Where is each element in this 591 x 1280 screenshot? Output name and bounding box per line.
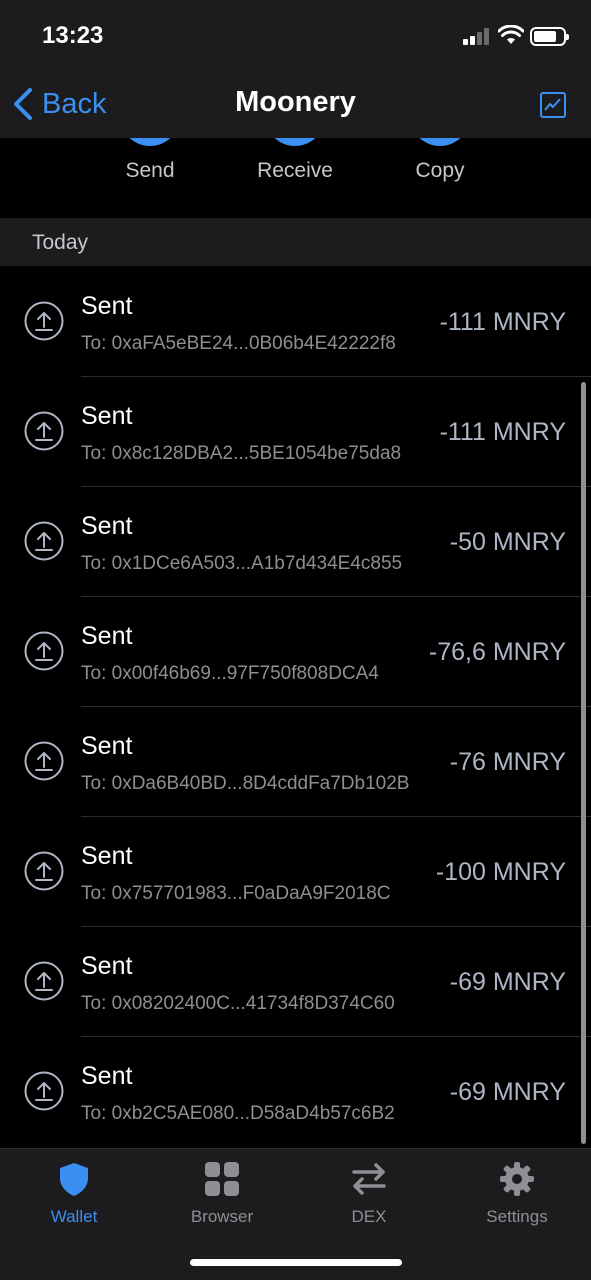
transaction-row[interactable]: Sent To: 0xDa6B40BD...8D4cddFa7Db102B -7… <box>0 706 591 817</box>
home-indicator[interactable] <box>190 1259 402 1266</box>
transaction-row[interactable]: Sent To: 0x757701983...F0aDaA9F2018C -10… <box>0 816 591 927</box>
transaction-amount: -50 MNRY <box>449 528 566 556</box>
section-title: Today <box>32 231 89 254</box>
upload-icon <box>24 851 64 891</box>
transaction-row[interactable]: Sent To: 0xb2C5AE080...D58aD4b57c6B2 -69… <box>0 1036 591 1146</box>
transaction-row[interactable]: Sent To: 0x1DCe6A503...A1b7d434E4c855 -5… <box>0 486 591 597</box>
transaction-address: To: 0x00f46b69...97F750f808DCA4 <box>81 663 379 684</box>
transaction-title: Sent <box>81 1062 133 1090</box>
copy-label: Copy <box>415 159 465 182</box>
nav-bar: Back Moonery <box>0 70 591 138</box>
receive-circle-icon <box>265 138 325 146</box>
receive-label: Receive <box>257 159 333 182</box>
transaction-address: To: 0xb2C5AE080...D58aD4b57c6B2 <box>81 1103 395 1124</box>
upload-icon <box>24 301 64 341</box>
upload-icon <box>24 411 64 451</box>
send-circle-icon <box>120 138 180 146</box>
upload-icon <box>24 741 64 781</box>
shield-icon <box>60 1163 88 1196</box>
transaction-amount: -100 MNRY <box>435 858 566 886</box>
transaction-address: To: 0x8c128DBA2...5BE1054be75da8 <box>81 443 402 464</box>
transaction-title: Sent <box>81 512 133 540</box>
tab-browser[interactable]: Browser <box>162 1161 282 1231</box>
transaction-row[interactable]: Sent To: 0x00f46b69...97F750f808DCA4 -76… <box>0 596 591 707</box>
transaction-title: Sent <box>81 402 133 430</box>
cellular-signal-icon <box>463 28 491 45</box>
transaction-address: To: 0x1DCe6A503...A1b7d434E4c855 <box>81 553 403 574</box>
transaction-amount: -69 MNRY <box>449 1078 566 1106</box>
status-bar: 13:23 <box>0 0 591 70</box>
transaction-address: To: 0xDa6B40BD...8D4cddFa7Db102B <box>81 773 410 794</box>
upload-icon <box>24 631 64 671</box>
wifi-icon <box>498 25 524 44</box>
transaction-row[interactable]: Sent To: 0x8c128DBA2...5BE1054be75da8 -1… <box>0 376 591 487</box>
transaction-amount: -69 MNRY <box>449 968 566 996</box>
scrollbar[interactable] <box>581 382 586 1144</box>
tab-settings[interactable]: Settings <box>457 1161 577 1231</box>
transaction-address: To: 0x757701983...F0aDaA9F2018C <box>81 883 391 904</box>
tab-label: DEX <box>351 1207 387 1226</box>
transaction-title: Sent <box>81 292 133 320</box>
transaction-address: To: 0x08202400C...41734f8D374C60 <box>81 993 395 1014</box>
status-time: 13:23 <box>42 22 104 49</box>
grid-icon <box>205 1162 239 1196</box>
transaction-title: Sent <box>81 952 133 980</box>
tab-dex[interactable]: DEX <box>309 1161 429 1231</box>
send-label: Send <box>125 159 175 182</box>
transaction-row[interactable]: Sent To: 0x08202400C...41734f8D374C60 -6… <box>0 926 591 1037</box>
transaction-title: Sent <box>81 732 133 760</box>
gear-icon <box>500 1162 534 1196</box>
battery-icon <box>530 27 569 46</box>
upload-icon <box>24 521 64 561</box>
copy-circle-icon <box>410 138 470 146</box>
transaction-title: Sent <box>81 842 133 870</box>
transaction-title: Sent <box>81 622 133 650</box>
tab-label: Wallet <box>50 1207 98 1226</box>
transaction-address: To: 0xaFA5eBE24...0B06b4E42222f8 <box>81 333 396 354</box>
tab-label: Settings <box>486 1207 548 1226</box>
upload-icon <box>24 1071 64 1111</box>
transaction-list[interactable]: Sent To: 0xaFA5eBE24...0B06b4E42222f8 -1… <box>0 266 591 1148</box>
transaction-amount: -76,6 MNRY <box>428 638 566 666</box>
action-row: Send Receive Copy <box>0 138 591 218</box>
tab-wallet[interactable]: Wallet <box>14 1161 134 1231</box>
upload-icon <box>24 961 64 1001</box>
tab-label: Browser <box>190 1207 254 1226</box>
page-title: Moonery <box>235 86 356 118</box>
section-header: Today <box>0 218 591 266</box>
transaction-amount: -111 MNRY <box>439 308 566 336</box>
transaction-amount: -111 MNRY <box>439 418 566 446</box>
transaction-amount: -76 MNRY <box>449 748 566 776</box>
transaction-row[interactable]: Sent To: 0xaFA5eBE24...0B06b4E42222f8 -1… <box>0 266 591 377</box>
chart-icon[interactable] <box>540 92 566 118</box>
screen: 13:23 Back Moonery Send Receive Copy Tod… <box>0 0 591 1280</box>
swap-icon <box>352 1163 386 1195</box>
